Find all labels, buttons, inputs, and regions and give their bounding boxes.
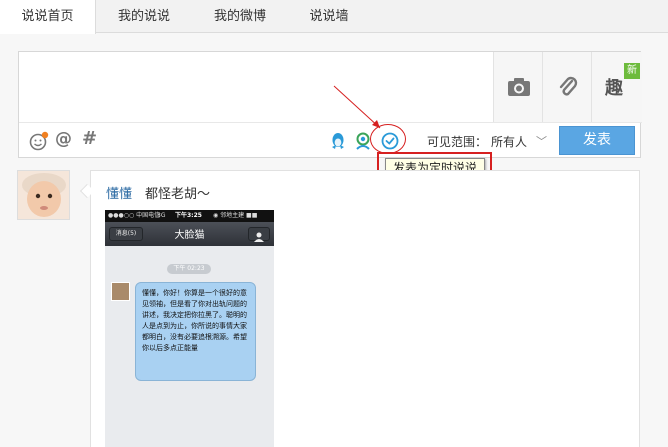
tab-shuoshuo-wall[interactable]: 说说墙 (288, 0, 370, 33)
phone-user-button (248, 227, 270, 242)
mention-button[interactable]: @ (55, 129, 72, 149)
phone-message-time: 下午 02:23 (167, 264, 211, 274)
phone-status-right: ◉ 邻地主建 ■■ (213, 212, 258, 219)
camera-icon (507, 78, 530, 96)
phone-network: 3G (157, 212, 166, 219)
fun-apps-button[interactable]: 趣 新 (591, 52, 642, 122)
post-text: 都怪老胡～ (145, 187, 211, 202)
fun-label: 趣 (605, 78, 623, 99)
chevron-down-icon[interactable]: ﹀ (536, 133, 547, 149)
compose-textarea[interactable] (19, 52, 493, 122)
user-icon (254, 232, 264, 242)
tab-bar: 说说首页 我的说说 我的微博 说说墙 (0, 0, 668, 34)
phone-sender-avatar (111, 282, 130, 301)
add-link-button[interactable] (542, 52, 592, 122)
phone-time: 下午3:25 (175, 212, 202, 219)
phone-nav-bar: 消息(5) 大脸猫 (105, 222, 274, 246)
add-photo-button[interactable] (493, 52, 543, 122)
post-image[interactable]: ●●●○○ 中国电信 3G 下午3:25 ◉ 邻地主建 ■■ 消息(5) 大脸猫… (105, 210, 274, 447)
tab-my-weibo[interactable]: 我的微博 (192, 0, 288, 33)
qq-penguin-icon (332, 133, 344, 149)
visibility-select[interactable]: 所有人 (491, 133, 527, 150)
phone-carrier: ●●●○○ 中国电信 (108, 212, 161, 219)
publish-button[interactable]: 发表 (559, 126, 635, 155)
emoji-icon (29, 131, 49, 151)
topic-button[interactable]: # (82, 128, 97, 149)
tab-my-shuoshuo[interactable]: 我的说说 (96, 0, 192, 33)
new-badge: 新 (624, 63, 640, 79)
visibility-label: 可见范围： (427, 135, 488, 149)
phone-status-bar: ●●●○○ 中国电信 3G 下午3:25 ◉ 邻地主建 ■■ (105, 210, 274, 222)
emoji-button[interactable] (29, 131, 49, 155)
tab-shuoshuo-home[interactable]: 说说首页 (0, 0, 96, 34)
baby-avatar-image (18, 171, 69, 219)
qq-share-button[interactable] (330, 132, 346, 154)
avatar[interactable] (17, 170, 70, 220)
post-author[interactable]: 懂懂 (106, 183, 132, 202)
paperclip-icon (559, 76, 577, 96)
annotation-circle (370, 124, 406, 154)
phone-message-bubble: 懂懂，你好！你算是一个很好的意见领袖，但是看了你对出轨问题的讲述，我决定把你拉黑… (135, 282, 256, 381)
